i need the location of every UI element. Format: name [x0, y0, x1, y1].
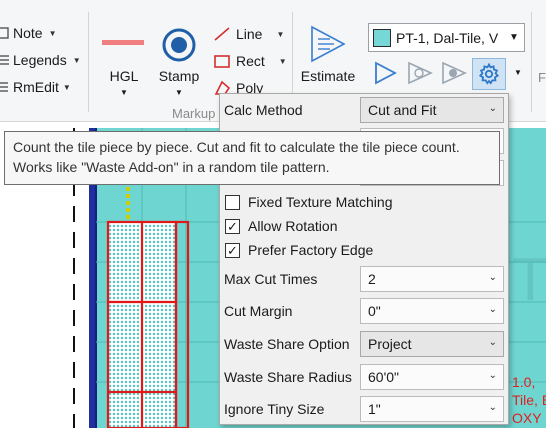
ribbon-divider: [531, 12, 532, 112]
cut-margin-value: 0": [368, 303, 381, 319]
run-step-button[interactable]: [403, 58, 437, 88]
play-icon: [375, 61, 397, 85]
canvas-annotation-3: OXY G: [512, 410, 546, 426]
calc-method-row: Calc Method Cut and Fit ⌄: [220, 97, 508, 123]
calc-method-value: Cut and Fit: [368, 102, 437, 118]
stamp-icon: [162, 28, 196, 62]
estimate-button[interactable]: Estimate: [297, 18, 359, 92]
rmedit-label: RmEdit: [13, 79, 59, 95]
highlighter-icon: [102, 40, 144, 45]
stamp-button[interactable]: Stamp ▼: [154, 20, 204, 100]
svg-text:T: T: [512, 246, 546, 313]
waste-option-row: Waste Share Option Project ⌄: [220, 331, 508, 357]
rect-label: Rect: [236, 53, 265, 69]
tooltip-line-2: Works like "Waste Add-on" in a random ti…: [13, 159, 330, 175]
line-button[interactable]: Line ▼: [213, 26, 284, 42]
waste-option-label: Waste Share Option: [224, 336, 350, 352]
cut-margin-select[interactable]: 0" ⌄: [360, 298, 504, 324]
chevron-down-icon: ▼: [120, 88, 128, 97]
max-cut-row: Max Cut Times 2 ⌄: [220, 266, 508, 292]
legends-icon: [0, 55, 9, 65]
canvas-annotation-2: Tile, E: [512, 392, 546, 408]
line-label: Line: [236, 26, 263, 42]
settings-button[interactable]: [472, 58, 506, 90]
line-icon: [214, 27, 230, 41]
chevron-down-icon: ▼: [72, 55, 81, 65]
chevron-down-icon: ⌄: [488, 304, 497, 315]
prefer-factory-label: Prefer Factory Edge: [248, 242, 374, 258]
cut-margin-label: Cut Margin: [224, 303, 293, 319]
waste-radius-row: Waste Share Radius 60'0" ⌄: [220, 364, 508, 390]
run-button[interactable]: [368, 58, 402, 88]
ignore-tiny-row: Ignore Tiny Size 1" ⌄: [220, 396, 508, 422]
legends-label: Legends: [13, 52, 67, 68]
prefer-factory-box[interactable]: ✓: [225, 242, 240, 258]
fixed-texture-checkbox[interactable]: Fixed Texture Matching: [225, 192, 505, 212]
ignore-tiny-label: Ignore Tiny Size: [224, 401, 325, 417]
estimate-icon: [311, 25, 346, 63]
waste-radius-value: 60'0": [368, 369, 400, 385]
chevron-down-icon: ▼: [62, 82, 71, 92]
waste-option-value: Project: [368, 336, 412, 352]
rmedit-icon: [0, 82, 8, 92]
canvas-annotation-1: 1.0,: [512, 374, 536, 390]
note-button[interactable]: Note ▼: [0, 25, 57, 41]
material-combo[interactable]: PT-1, Dal-Tile, V ▼: [368, 23, 525, 52]
material-swatch: [373, 28, 391, 47]
chevron-down-icon: ▼: [276, 29, 285, 39]
note-label: Note: [13, 25, 43, 41]
rect-icon: [214, 55, 230, 68]
markup-group-label: Markup: [172, 106, 216, 121]
fixed-texture-box[interactable]: [225, 194, 240, 210]
hgl-button[interactable]: HGL ▼: [98, 20, 150, 100]
ignore-tiny-select[interactable]: 1" ⌄: [360, 396, 504, 422]
stamp-label: Stamp: [158, 68, 200, 84]
max-cut-select[interactable]: 2 ⌄: [360, 266, 504, 292]
chevron-down-icon: ⌄: [488, 272, 497, 283]
chevron-down-icon: ▼: [48, 28, 57, 38]
chevron-down-icon: ▼: [509, 32, 519, 43]
rect-button[interactable]: Rect ▼: [213, 53, 287, 69]
waste-radius-select[interactable]: 60'0" ⌄: [360, 364, 504, 390]
legends-button[interactable]: Legends ▼: [0, 52, 81, 68]
hgl-label: HGL: [109, 68, 139, 84]
allow-rotation-checkbox[interactable]: ✓ Allow Rotation: [225, 216, 505, 236]
waste-option-select[interactable]: Project ⌄: [360, 331, 504, 357]
ribbon-divider: [88, 12, 89, 112]
chevron-down-icon: ⌄: [488, 402, 497, 413]
chevron-down-icon: ⌄: [488, 370, 497, 381]
tooltip-line-1: Count the tile piece by piece. Cut and f…: [13, 139, 460, 155]
settings-dropdown-button[interactable]: ▼: [514, 68, 522, 77]
estimate-label: Estimate: [300, 68, 356, 84]
gear-icon: [478, 62, 500, 85]
max-cut-value: 2: [368, 271, 376, 287]
fixed-texture-label: Fixed Texture Matching: [248, 194, 393, 210]
calc-method-label: Calc Method: [224, 102, 303, 118]
chevron-down-icon: ▼: [278, 56, 287, 66]
calc-method-tooltip: Count the tile piece by piece. Cut and f…: [4, 131, 500, 185]
allow-rotation-box[interactable]: ✓: [225, 218, 240, 234]
calc-method-select[interactable]: Cut and Fit ⌄: [360, 97, 504, 123]
prefer-factory-checkbox[interactable]: ✓ Prefer Factory Edge: [225, 240, 505, 260]
run-preview-button[interactable]: [437, 58, 471, 88]
max-cut-label: Max Cut Times: [224, 271, 318, 287]
chevron-down-icon: ⌄: [488, 103, 497, 114]
chevron-down-icon: ▼: [175, 88, 183, 97]
waste-radius-label: Waste Share Radius: [224, 369, 352, 385]
play-dot-icon: [442, 61, 467, 85]
material-combo-value: PT-1, Dal-Tile, V: [396, 29, 499, 46]
chevron-down-icon: ⌄: [488, 337, 497, 348]
ignore-tiny-value: 1": [368, 401, 381, 417]
allow-rotation-label: Allow Rotation: [248, 218, 338, 234]
partial-group-label: F: [538, 70, 546, 85]
play-target-icon: [408, 61, 433, 85]
rmedit-button[interactable]: RmEdit ▼: [0, 79, 71, 95]
cut-margin-row: Cut Margin 0" ⌄: [220, 298, 508, 324]
note-icon: [0, 27, 9, 39]
